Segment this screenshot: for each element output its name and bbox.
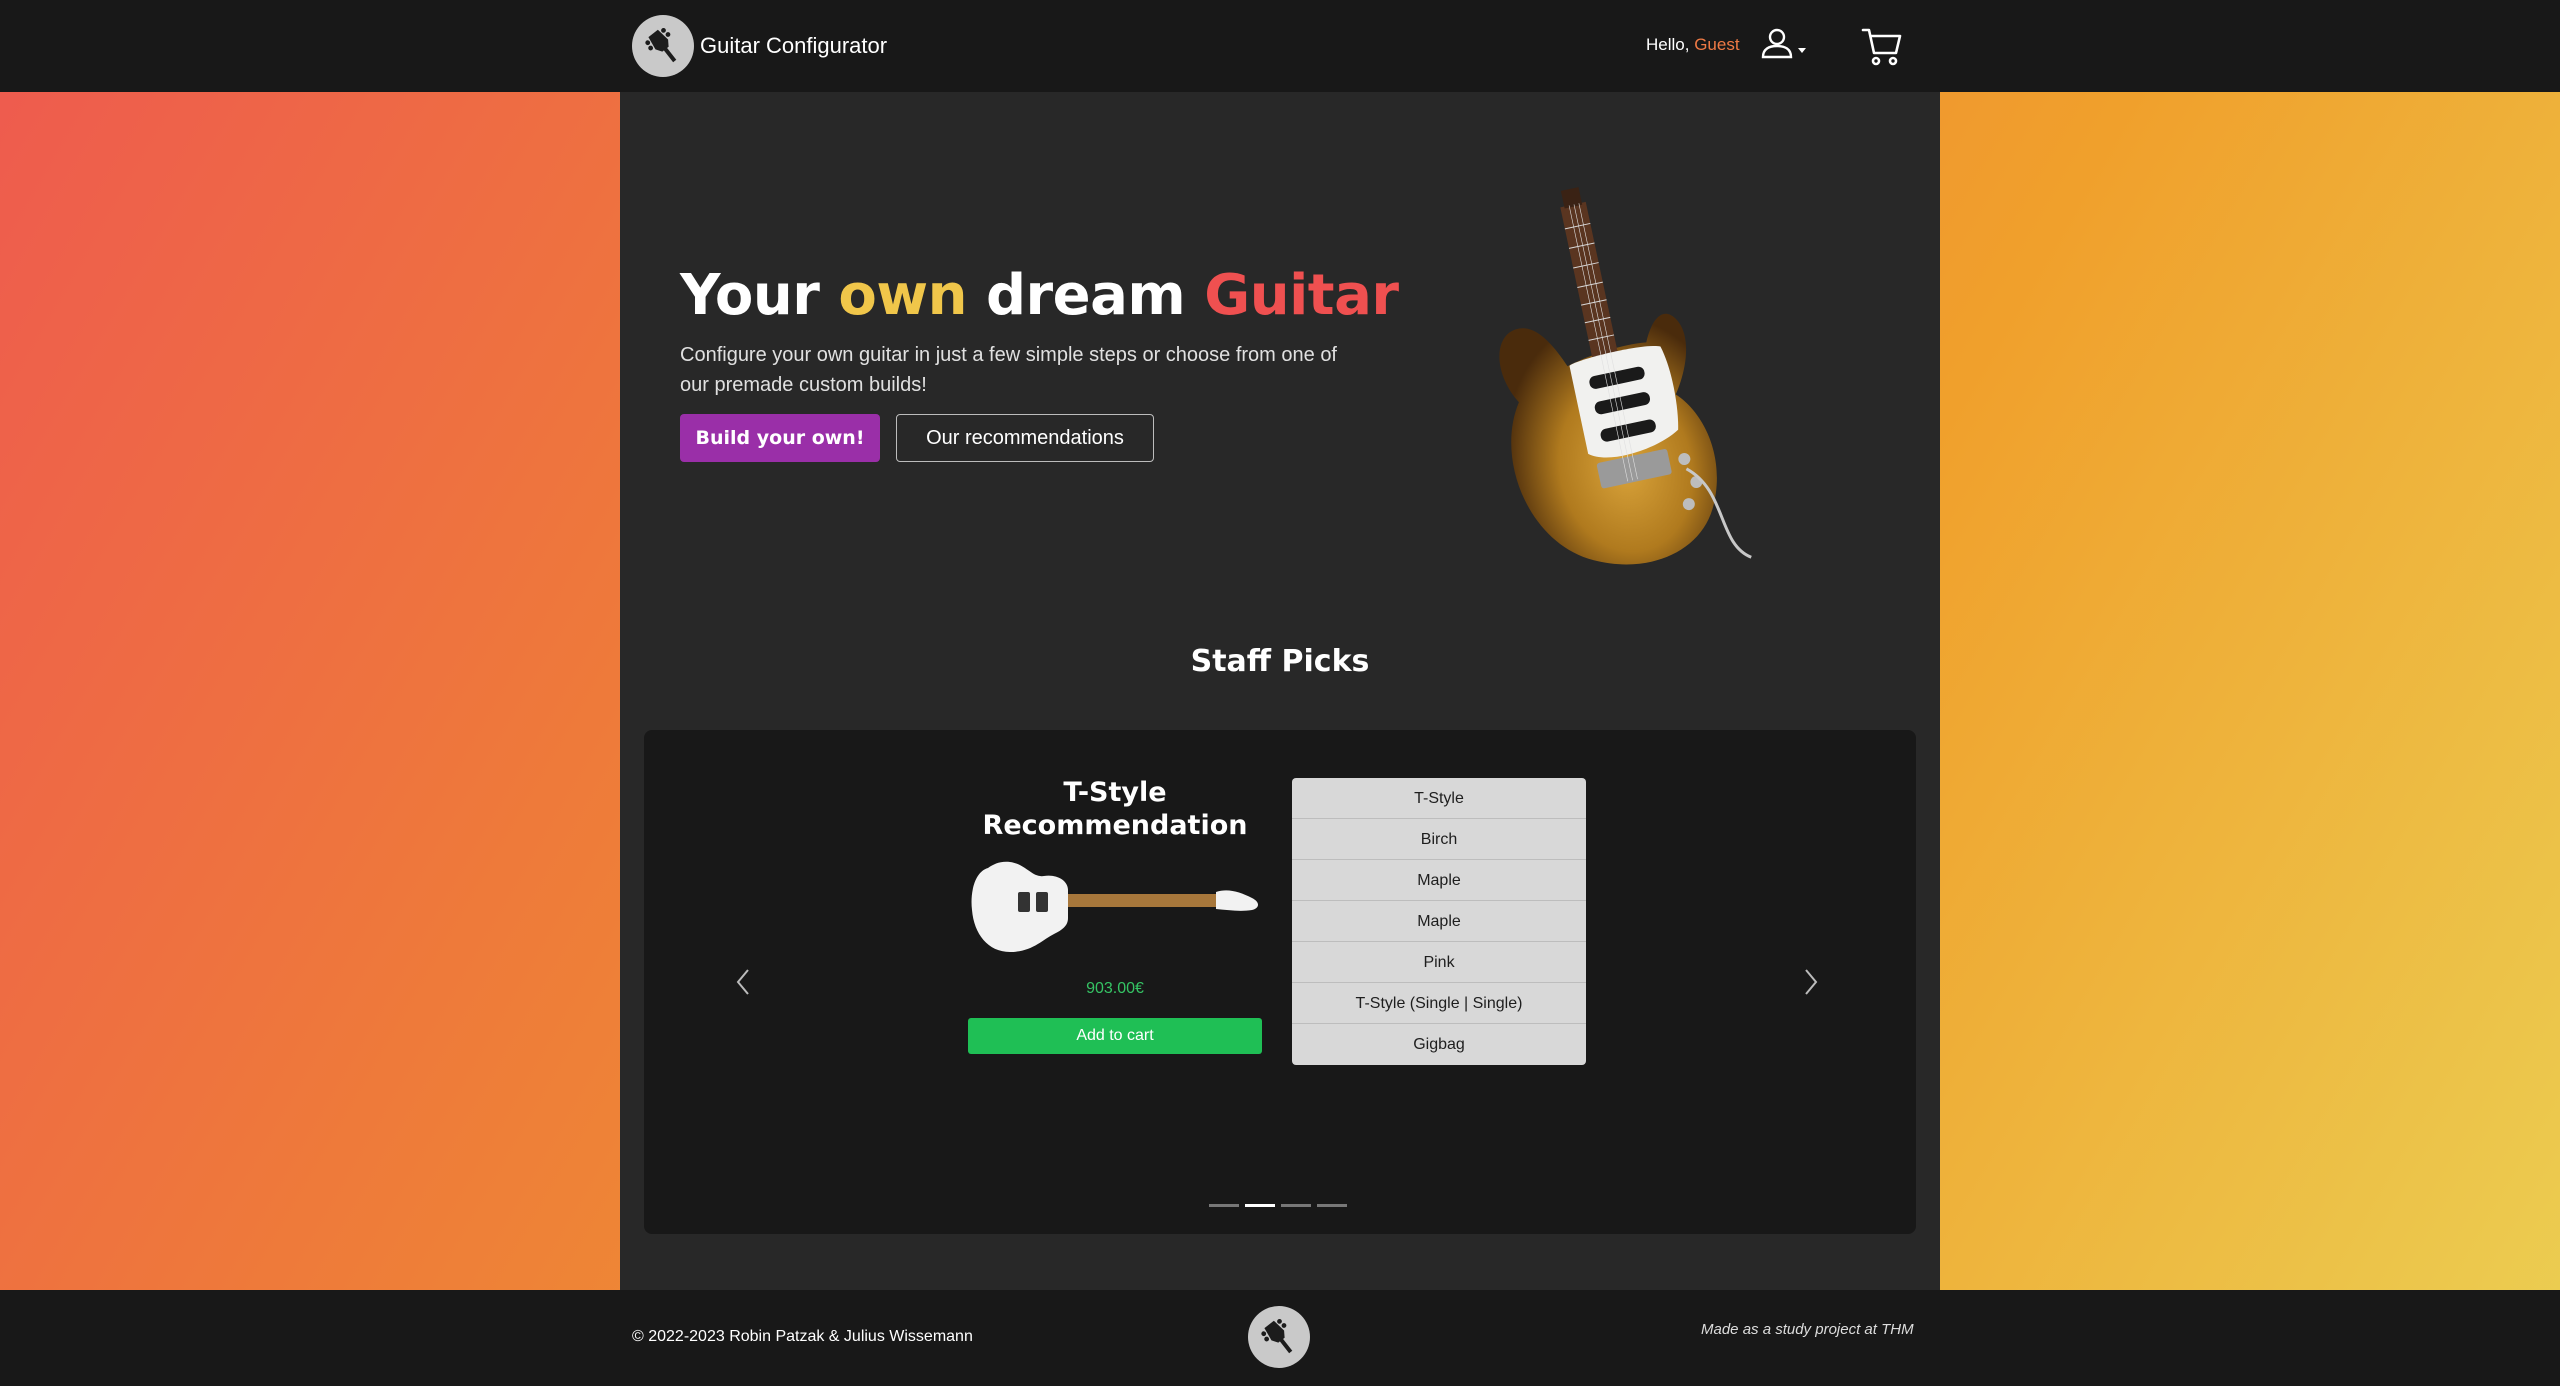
chevron-down-icon (1798, 48, 1806, 53)
user-menu-button[interactable] (1760, 26, 1818, 66)
hero-title: Your own dream Guitar (680, 268, 1399, 324)
build-your-own-button[interactable]: Build your own! (680, 414, 880, 462)
recommendation-price: 903.00€ (1086, 980, 1144, 997)
brand-name: Guitar Configurator (700, 33, 888, 58)
hero-title-word-guitar: Guitar (1204, 263, 1399, 328)
hero-title-word-own: own (838, 263, 967, 328)
spec-item: Maple (1292, 860, 1586, 901)
spec-item: T-Style (1292, 778, 1586, 819)
main-content: Your own dream Guitar Configure your own… (620, 92, 1940, 1290)
hero-title-word: dream (985, 263, 1186, 328)
recommendations-button[interactable]: Our recommendations (896, 414, 1154, 462)
footer-logo-icon (1248, 1306, 1310, 1368)
hero-subtitle: Configure your own guitar in just a few … (680, 344, 1337, 396)
brand-link[interactable]: Guitar Configurator (632, 15, 887, 77)
spec-item: T-Style (Single | Single) (1292, 983, 1586, 1024)
greeting-prefix: Hello, (1646, 35, 1690, 54)
user-icon (1761, 28, 1793, 59)
chevron-right-icon (1805, 969, 1818, 995)
cart-button[interactable] (1860, 24, 1904, 68)
spec-item: Gigbag (1413, 1036, 1465, 1053)
cart-icon (1861, 28, 1902, 66)
footer: © 2022-2023 Robin Patzak & Julius Wissem… (0, 1290, 2560, 1386)
navbar: Guitar Configurator Hello, Guest (0, 0, 2560, 92)
spec-item: Maple (1292, 901, 1586, 942)
carousel-indicator[interactable] (1281, 1204, 1311, 1207)
recommendation-guitar-image (971, 861, 1258, 952)
staff-picks-title: Staff Picks (1190, 644, 1370, 679)
hero-title-word: Your (680, 263, 820, 328)
spec-list: T-Style Birch Maple Maple Pink T-Style (… (1292, 778, 1586, 1065)
copyright: © 2022-2023 Robin Patzak & Julius Wissem… (632, 1328, 973, 1345)
carousel-prev-button[interactable] (728, 962, 758, 1002)
spec-item: Birch (1292, 819, 1586, 860)
carousel-indicator[interactable] (1317, 1204, 1347, 1207)
staff-picks-carousel: T-Style Recommendation 903.00€ Add to ca… (644, 730, 1916, 1234)
add-to-cart-button[interactable]: Add to cart (968, 1018, 1262, 1054)
spec-item: Pink (1292, 942, 1586, 983)
carousel-indicator-active[interactable] (1245, 1204, 1275, 1207)
carousel-indicators (1209, 1204, 1347, 1207)
carousel-next-button[interactable] (1796, 962, 1826, 1002)
carousel-indicator[interactable] (1209, 1204, 1239, 1207)
recommendation-title: T-Style Recommendation (982, 777, 1248, 841)
chevron-left-icon (736, 969, 749, 995)
hero-guitar-image (1499, 187, 1752, 565)
greeting: Hello, Guest (1646, 35, 1740, 55)
user-name: Guest (1694, 35, 1740, 54)
made-by-note: Made as a study project at THM (1701, 1321, 1914, 1338)
guitar-headstock-logo-icon (632, 15, 694, 77)
